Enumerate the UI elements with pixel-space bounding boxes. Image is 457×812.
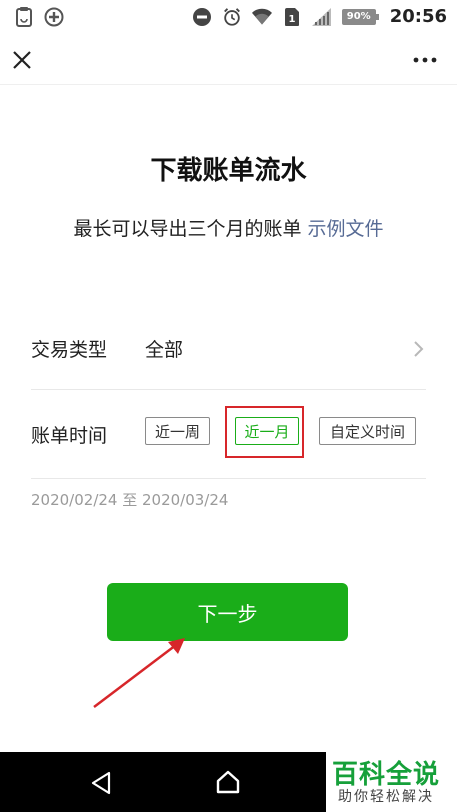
svg-text:1: 1 xyxy=(288,14,295,25)
transaction-type-label: 交易类型 xyxy=(31,339,108,361)
watermark-subtitle: 助你轻松解决 xyxy=(338,789,434,805)
back-icon[interactable] xyxy=(88,770,114,796)
battery-icon: 90% xyxy=(341,8,379,25)
more-icon[interactable] xyxy=(411,48,439,72)
home-icon[interactable] xyxy=(214,768,242,796)
plus-circle-icon xyxy=(44,7,64,27)
subtitle-text: 最长可以导出三个月的账单 xyxy=(73,218,302,240)
page-title: 下载账单流水 xyxy=(150,156,307,186)
close-icon[interactable] xyxy=(10,48,34,72)
alarm-icon xyxy=(222,7,242,27)
option-custom-time[interactable]: 自定义时间 xyxy=(319,417,416,445)
highlight-annotation xyxy=(225,406,304,458)
nav-divider xyxy=(0,84,457,85)
clock: 20:56 xyxy=(389,6,447,27)
wifi-icon xyxy=(251,7,272,27)
clipboard-icon xyxy=(14,7,34,27)
chevron-right-icon xyxy=(412,339,426,359)
row-divider xyxy=(31,478,426,479)
watermark-logo: 百科全说 助你轻松解决 xyxy=(326,752,457,812)
signal-icon xyxy=(311,7,332,27)
transaction-type-row[interactable]: 交易类型 全部 xyxy=(31,325,426,389)
do-not-disturb-icon xyxy=(192,7,212,27)
sim-icon: 1 xyxy=(282,7,302,27)
row-divider xyxy=(31,389,426,390)
date-range: 2020/02/24 至 2020/03/24 xyxy=(31,491,229,509)
page-subtitle: 最长可以导出三个月的账单 示例文件 xyxy=(0,214,457,241)
arrow-annotation-icon xyxy=(93,638,185,708)
option-last-week[interactable]: 近一周 xyxy=(145,417,210,445)
transaction-type-value: 全部 xyxy=(145,339,184,361)
status-bar: 1 90% 20:56 xyxy=(0,0,457,36)
sample-file-link[interactable]: 示例文件 xyxy=(308,218,384,240)
top-nav xyxy=(0,36,457,84)
bill-time-label: 账单时间 xyxy=(31,425,108,447)
